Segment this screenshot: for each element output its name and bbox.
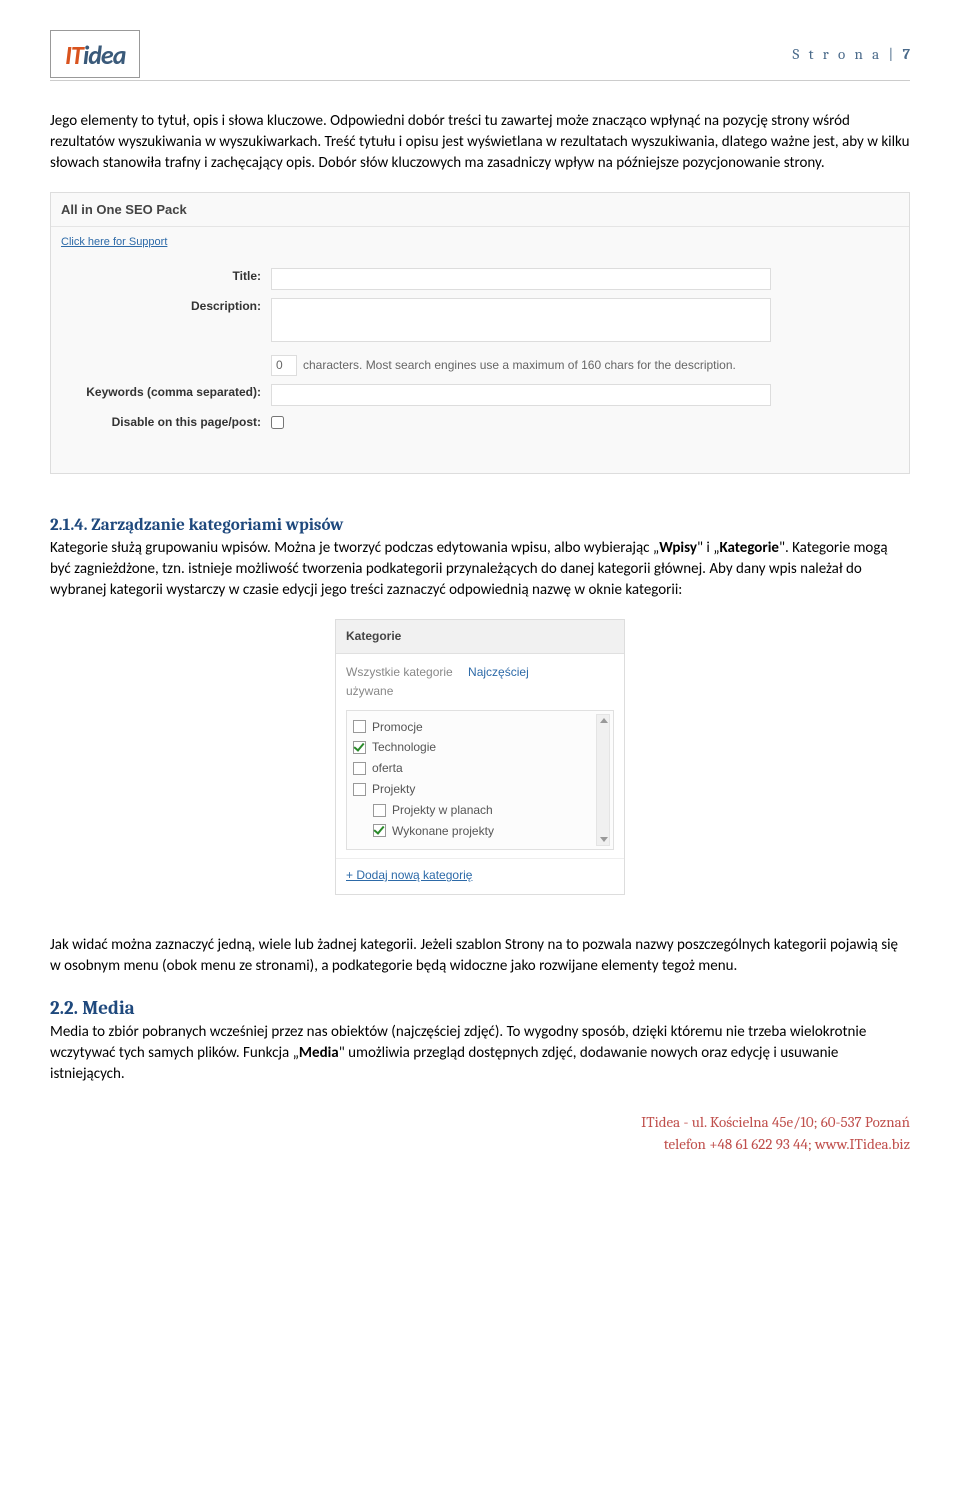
tab-frequent[interactable]: Najczęściej: [468, 665, 529, 679]
seo-description-label: Description:: [61, 298, 271, 315]
seo-title-input[interactable]: [271, 268, 771, 290]
categories-tabs: Wszystkie kategorie Najczęściej: [336, 654, 624, 683]
category-item[interactable]: Projekty w planach: [353, 800, 607, 821]
checkbox-icon[interactable]: [353, 720, 366, 733]
category-item[interactable]: Technologie: [353, 737, 607, 758]
seo-disable-checkbox[interactable]: [271, 416, 284, 429]
categories-panel: Kategorie Wszystkie kategorie Najczęście…: [335, 619, 625, 895]
logo: ITidea: [50, 30, 140, 78]
add-category-link[interactable]: + Dodaj nową kategorię: [346, 868, 472, 882]
scrollbar[interactable]: [596, 714, 610, 847]
checkbox-icon[interactable]: [353, 762, 366, 775]
tab-frequent-line2: używane: [336, 683, 624, 704]
checkbox-icon[interactable]: [373, 804, 386, 817]
checkbox-icon[interactable]: [373, 824, 386, 837]
seo-char-count: 0: [271, 355, 297, 376]
logo-idea: idea: [83, 39, 126, 71]
section-214: 2.1.4. Zarządzanie kategoriami wpisów Ka…: [50, 514, 910, 601]
categories-list: Promocje Technologie oferta Projekty Projekt…: [346, 710, 614, 851]
logo-it: IT: [65, 39, 83, 71]
seo-panel-title: All in One SEO Pack: [51, 193, 909, 226]
checkbox-icon[interactable]: [353, 741, 366, 754]
seo-char-hint: characters. Most search engines use a ma…: [303, 358, 736, 372]
category-label: Promocje: [372, 719, 423, 736]
seo-keywords-label: Keywords (comma separated):: [61, 384, 271, 401]
page-header: ITidea S t r o n a | 7: [50, 30, 910, 81]
seo-support-link[interactable]: Click here for Support: [61, 235, 167, 250]
page-footer: ITidea - ul. Kościelna 45e/10; 60-537 Po…: [50, 1111, 910, 1156]
category-item[interactable]: Promocje: [353, 717, 607, 738]
category-label: oferta: [372, 760, 403, 777]
seo-title-label: Title:: [61, 268, 271, 285]
page-number: S t r o n a | 7: [793, 44, 911, 65]
category-label: Projekty w planach: [392, 802, 493, 819]
categories-panel-title: Kategorie: [336, 620, 624, 654]
category-item[interactable]: Projekty: [353, 779, 607, 800]
para-after-categories: Jak widać można zaznaczyć jedną, wiele l…: [50, 935, 910, 977]
footer-contact: telefon +48 61 622 93 44; www.ITidea.biz: [50, 1133, 910, 1156]
category-label: Wykonane projekty: [392, 823, 494, 840]
footer-address: ITidea - ul. Kościelna 45e/10; 60-537 Po…: [50, 1111, 910, 1134]
section-22: 2.2. Media Media to zbiór pobranych wcze…: [50, 995, 910, 1085]
checkbox-icon[interactable]: [353, 783, 366, 796]
category-label: Technologie: [372, 739, 436, 756]
category-item[interactable]: oferta: [353, 758, 607, 779]
seo-disable-label: Disable on this page/post:: [61, 414, 271, 431]
seo-keywords-input[interactable]: [271, 384, 771, 406]
category-label: Projekty: [372, 781, 415, 798]
category-item[interactable]: Wykonane projekty: [353, 821, 607, 842]
seo-description-input[interactable]: [271, 298, 771, 342]
seo-panel: All in One SEO Pack Click here for Suppo…: [50, 192, 910, 474]
tab-all-categories[interactable]: Wszystkie kategorie: [346, 665, 453, 679]
intro-paragraph: Jego elementy to tytuł, opis i słowa klu…: [50, 111, 910, 174]
